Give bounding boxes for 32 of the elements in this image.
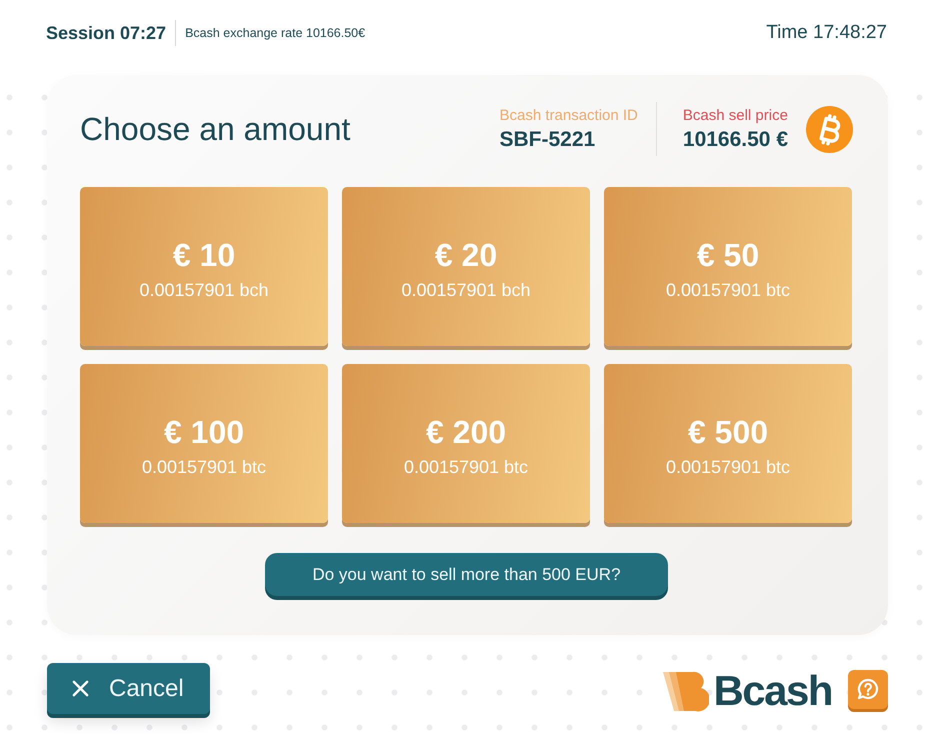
sell-more-button[interactable]: Do you want to sell more than 500 EUR? xyxy=(265,553,668,596)
amount-tile[interactable]: € 200 0.00157901 btc xyxy=(342,364,590,523)
amount-tile[interactable]: € 500 0.00157901 btc xyxy=(604,364,852,523)
transaction-id-value: SBF-5221 xyxy=(499,128,596,152)
euro-amount: € 500 xyxy=(688,414,768,450)
crypto-amount: 0.00157901 btc xyxy=(666,280,790,300)
amount-tile[interactable]: € 100 0.00157901 btc xyxy=(80,364,328,523)
page-title: Choose an amount xyxy=(80,110,352,148)
exchange-rate: Bcash exchange rate 10166.50€ xyxy=(185,26,366,40)
euro-amount: € 10 xyxy=(172,236,236,274)
cancel-button[interactable]: Cancel xyxy=(47,663,210,714)
close-icon xyxy=(72,680,89,697)
sell-price-value: 10166.50 € xyxy=(682,128,788,152)
clock-time: Time 17:48:27 xyxy=(766,22,887,44)
amount-tile[interactable]: € 10 0.00157901 bch xyxy=(80,187,328,346)
amount-tile[interactable]: € 20 0.00157901 bch xyxy=(342,187,590,346)
sell-price-label: Bcash sell price xyxy=(682,106,788,124)
euro-amount: € 50 xyxy=(696,236,760,274)
amount-tile[interactable]: € 50 0.00157901 btc xyxy=(604,187,852,346)
crypto-amount: 0.00157901 bch xyxy=(139,280,269,300)
logo-wordmark: Bcash xyxy=(713,666,832,714)
crypto-amount: 0.00157901 bch xyxy=(401,280,531,300)
euro-amount: € 200 xyxy=(426,414,506,450)
crypto-amount: 0.00157901 btc xyxy=(666,456,790,478)
help-chat-icon[interactable] xyxy=(848,670,888,712)
crypto-amount: 0.00157901 btc xyxy=(142,456,266,478)
euro-amount: € 100 xyxy=(164,414,244,450)
euro-amount: € 20 xyxy=(434,236,498,274)
bitcoin-icon xyxy=(806,106,853,152)
session-timer: Session 07:27 xyxy=(46,22,166,44)
crypto-amount: 0.00157901 btc xyxy=(404,456,528,478)
transaction-id-label: Bcash transaction ID xyxy=(499,106,638,124)
